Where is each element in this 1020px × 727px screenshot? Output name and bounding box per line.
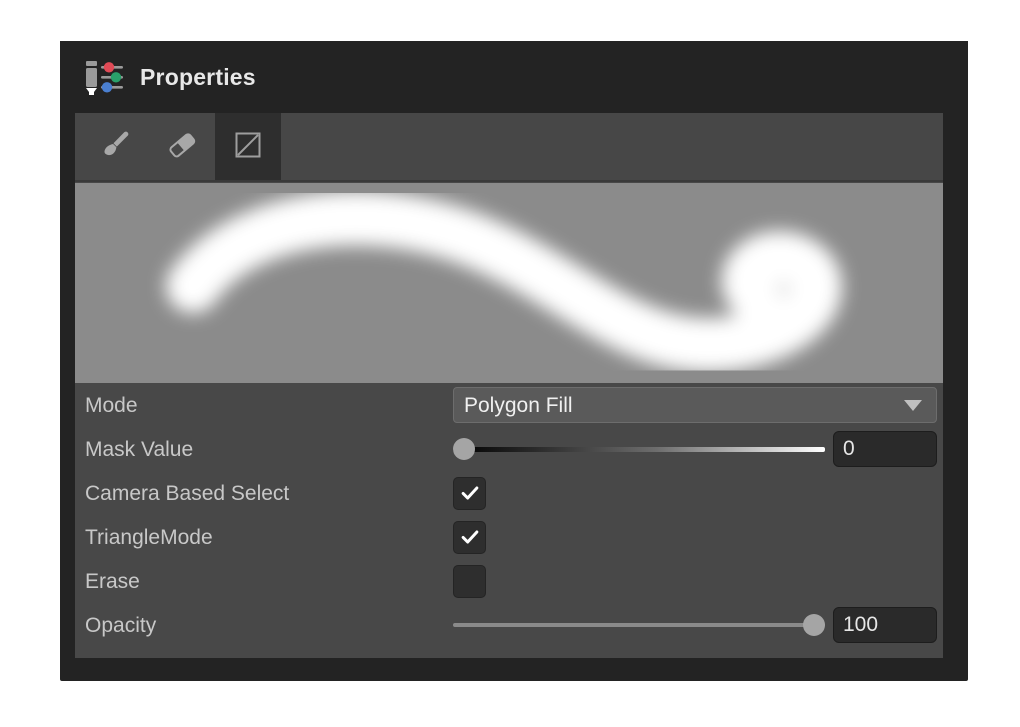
square-diagonal-icon (231, 128, 265, 167)
property-row-camera-based-select: Camera Based Select (75, 471, 943, 515)
mask-value-input[interactable]: 0 (833, 431, 937, 467)
label-triangle-mode: TriangleMode (85, 525, 213, 549)
toolbar-divider (75, 180, 943, 182)
label-camera-based-select: Camera Based Select (85, 481, 290, 505)
polygon-fill-tool[interactable] (215, 113, 281, 181)
control-mode: Polygon Fill (453, 383, 937, 427)
opacity-input[interactable]: 100 (833, 607, 937, 643)
control-erase (453, 559, 937, 603)
control-triangle-mode (453, 515, 937, 559)
control-opacity: 100 (453, 603, 937, 647)
label-mode: Mode (85, 393, 138, 417)
mask-value-slider[interactable] (453, 434, 825, 464)
label-mask-value: Mask Value (85, 437, 194, 461)
property-rows: Mode Polygon Fill Mask Value 0 Camera Ba… (75, 383, 943, 658)
property-row-triangle-mode: TriangleMode (75, 515, 943, 559)
window-title-bar: Properties (60, 41, 968, 113)
properties-panel: Mode Polygon Fill Mask Value 0 Camera Ba… (75, 113, 943, 658)
property-row-mode: Mode Polygon Fill (75, 383, 943, 427)
pen-sliders-icon (82, 57, 128, 97)
label-opacity: Opacity (85, 613, 157, 637)
screen: Properties Mode Polygon Fill Mask Value … (0, 0, 1020, 727)
eraser-icon (165, 128, 199, 167)
triangle-mode-checkbox[interactable] (453, 520, 486, 554)
check-icon (461, 486, 478, 500)
eraser-tool[interactable] (149, 113, 215, 181)
window-title: Properties (140, 63, 256, 90)
property-row-opacity: Opacity 100 (75, 603, 943, 647)
opacity-slider[interactable] (453, 610, 825, 640)
tool-toolbar (75, 113, 943, 181)
control-mask-value: 0 (453, 427, 937, 471)
property-row-mask-value: Mask Value 0 (75, 427, 943, 471)
chevron-down-icon (904, 399, 922, 411)
camera-based-select-checkbox[interactable] (453, 476, 486, 510)
brush-stroke-preview (75, 183, 943, 383)
check-icon (461, 530, 478, 544)
label-erase: Erase (85, 569, 140, 593)
opacity-slider-handle[interactable] (803, 614, 825, 636)
brush-icon (99, 128, 133, 167)
erase-checkbox[interactable] (453, 564, 486, 598)
brush-tool[interactable] (83, 113, 149, 181)
opacity-slider-track (453, 623, 825, 627)
mode-dropdown[interactable]: Polygon Fill (453, 387, 937, 423)
mask-value-slider-handle[interactable] (453, 438, 475, 460)
control-camera-based-select (453, 471, 937, 515)
mode-dropdown-value: Polygon Fill (464, 393, 573, 417)
properties-window: Properties Mode Polygon Fill Mask Value … (60, 41, 968, 681)
property-row-erase: Erase (75, 559, 943, 603)
mask-value-slider-track (453, 446, 825, 452)
